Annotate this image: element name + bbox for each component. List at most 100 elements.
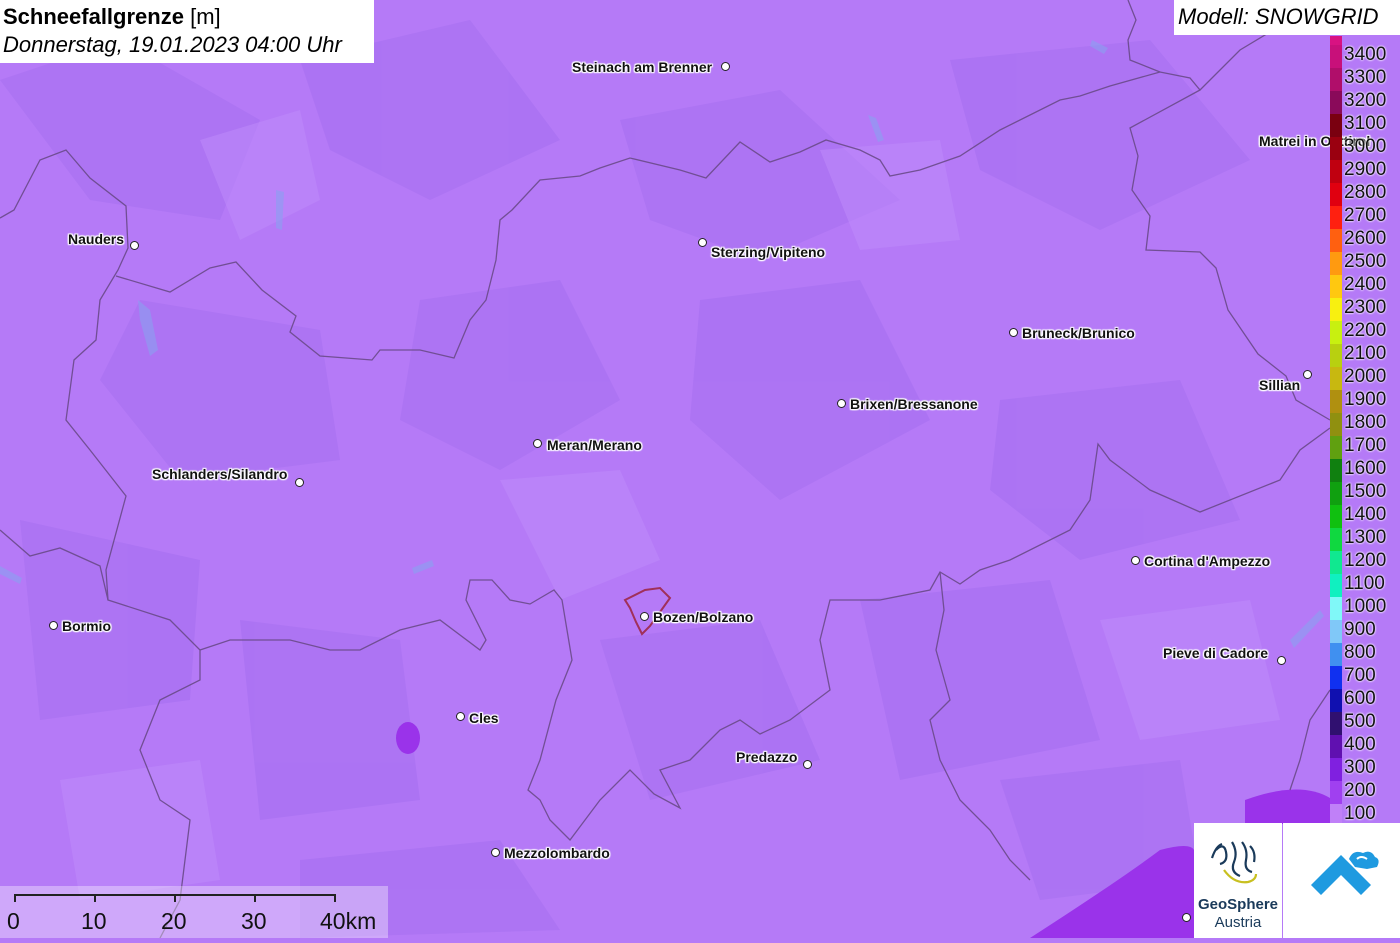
snow-roof-icon — [1311, 851, 1379, 895]
legend-label: 800 — [1344, 642, 1376, 663]
legend-swatch — [1330, 620, 1342, 643]
city-dot[interactable] — [49, 621, 58, 630]
city-label[interactable]: Cles — [469, 710, 499, 726]
city-dot[interactable] — [295, 478, 304, 487]
geosphere-logo[interactable]: GeoSphere Austria — [1194, 823, 1282, 938]
scale-label: 40km — [320, 908, 377, 934]
city-dot[interactable] — [640, 612, 649, 621]
legend-label: 2400 — [1344, 274, 1387, 295]
snow-logo[interactable] — [1283, 823, 1400, 938]
legend-label: 1700 — [1344, 435, 1387, 456]
city-dot[interactable] — [721, 62, 730, 71]
legend-label: 1300 — [1344, 527, 1387, 548]
legend-swatch — [1330, 91, 1342, 114]
legend-label: 1600 — [1344, 458, 1387, 479]
city-dot[interactable] — [1182, 913, 1191, 922]
scale-label: 20 — [161, 908, 187, 934]
city-label[interactable]: Meran/Merano — [547, 437, 642, 453]
legend-label: 2800 — [1344, 182, 1387, 203]
legend-label: 2500 — [1344, 251, 1387, 272]
legend-label: 2100 — [1344, 343, 1387, 364]
city-dot[interactable] — [1303, 370, 1312, 379]
legend-swatch — [1330, 229, 1342, 252]
title-panel: Schneefallgrenze [m] Donnerstag, 19.01.2… — [0, 0, 374, 63]
legend-label: 3300 — [1344, 67, 1387, 88]
city-dot[interactable] — [456, 712, 465, 721]
scale-tick — [334, 894, 336, 902]
legend-label: 2900 — [1344, 159, 1387, 180]
legend-label: 2300 — [1344, 297, 1387, 318]
city-dot[interactable] — [1009, 328, 1018, 337]
city-label[interactable]: Predazzo — [736, 749, 797, 765]
legend-swatch — [1330, 390, 1342, 413]
legend-label: 300 — [1344, 757, 1376, 778]
city-dot[interactable] — [130, 241, 139, 250]
legend-swatch — [1330, 735, 1342, 758]
legend-swatch — [1330, 758, 1342, 781]
legend-label: 700 — [1344, 665, 1376, 686]
legend-swatch — [1330, 712, 1342, 735]
model-label: Modell: SNOWGRID — [1174, 0, 1400, 35]
legend-swatch — [1330, 344, 1342, 367]
geosphere-country: Austria — [1214, 914, 1262, 931]
legend-swatch — [1330, 275, 1342, 298]
legend-swatch — [1330, 505, 1342, 528]
legend-swatch — [1330, 298, 1342, 321]
city-dot[interactable] — [1277, 656, 1286, 665]
legend-label: 1400 — [1344, 504, 1387, 525]
legend-label: 200 — [1344, 780, 1376, 801]
scale-tick — [14, 894, 16, 902]
legend-swatch — [1330, 643, 1342, 666]
city-label[interactable]: Mezzolombardo — [504, 845, 610, 861]
map-title: Schneefallgrenze [m] — [3, 3, 374, 31]
city-label[interactable]: Bozen/Bolzano — [653, 609, 753, 625]
legend-swatch — [1330, 137, 1342, 160]
legend-swatch — [1330, 206, 1342, 229]
geosphere-emblem-icon — [1210, 841, 1258, 884]
legend-label: 1000 — [1344, 596, 1387, 617]
legend-label: 3200 — [1344, 90, 1387, 111]
city-label[interactable]: Steinach am Brenner — [572, 59, 712, 75]
legend-label: 600 — [1344, 688, 1376, 709]
scale-tick — [94, 894, 96, 902]
city-dot[interactable] — [698, 238, 707, 247]
legend-label: 500 — [1344, 711, 1376, 732]
city-dot[interactable] — [491, 848, 500, 857]
city-label[interactable]: Bormio — [62, 618, 111, 634]
legend-label: 2200 — [1344, 320, 1387, 341]
legend-label: 400 — [1344, 734, 1376, 755]
legend-swatch — [1330, 551, 1342, 574]
city-label[interactable]: Pieve di Cadore — [1163, 645, 1268, 661]
city-label[interactable]: Bruneck/Brunico — [1022, 325, 1135, 341]
legend-swatch — [1330, 574, 1342, 597]
legend-label: 100 — [1344, 803, 1376, 824]
legend-swatch — [1330, 459, 1342, 482]
legend-swatch — [1330, 321, 1342, 344]
title-parameter: Schneefallgrenze — [3, 4, 184, 29]
city-dot[interactable] — [1131, 556, 1140, 565]
legend-label: 1900 — [1344, 389, 1387, 410]
legend-swatch-top — [1330, 36, 1342, 45]
city-label[interactable]: Sterzing/Vipiteno — [711, 244, 825, 260]
legend-label: 900 — [1344, 619, 1376, 640]
city-label[interactable]: Brixen/Bressanone — [850, 396, 978, 412]
city-label[interactable]: Schlanders/Silandro — [152, 466, 287, 482]
legend-swatch — [1330, 160, 1342, 183]
city-label[interactable]: Sillian — [1259, 377, 1300, 393]
legend-swatch — [1330, 114, 1342, 137]
legend-swatch — [1330, 666, 1342, 689]
city-dot[interactable] — [837, 399, 846, 408]
legend-label: 2000 — [1344, 366, 1387, 387]
city-label[interactable]: Cortina d'Ampezzo — [1144, 553, 1270, 569]
legend-swatch — [1330, 183, 1342, 206]
city-dot[interactable] — [803, 760, 812, 769]
scale-bar: 0 10 20 30 40km — [0, 886, 388, 938]
map-datetime: Donnerstag, 19.01.2023 04:00 Uhr — [3, 32, 342, 57]
legend-label: 1500 — [1344, 481, 1387, 502]
legend-swatch — [1330, 436, 1342, 459]
scale-label: 10 — [81, 908, 107, 934]
legend-label: 1800 — [1344, 412, 1387, 433]
legend-swatch — [1330, 68, 1342, 91]
city-dot[interactable] — [533, 439, 542, 448]
city-label[interactable]: Nauders — [68, 231, 124, 247]
